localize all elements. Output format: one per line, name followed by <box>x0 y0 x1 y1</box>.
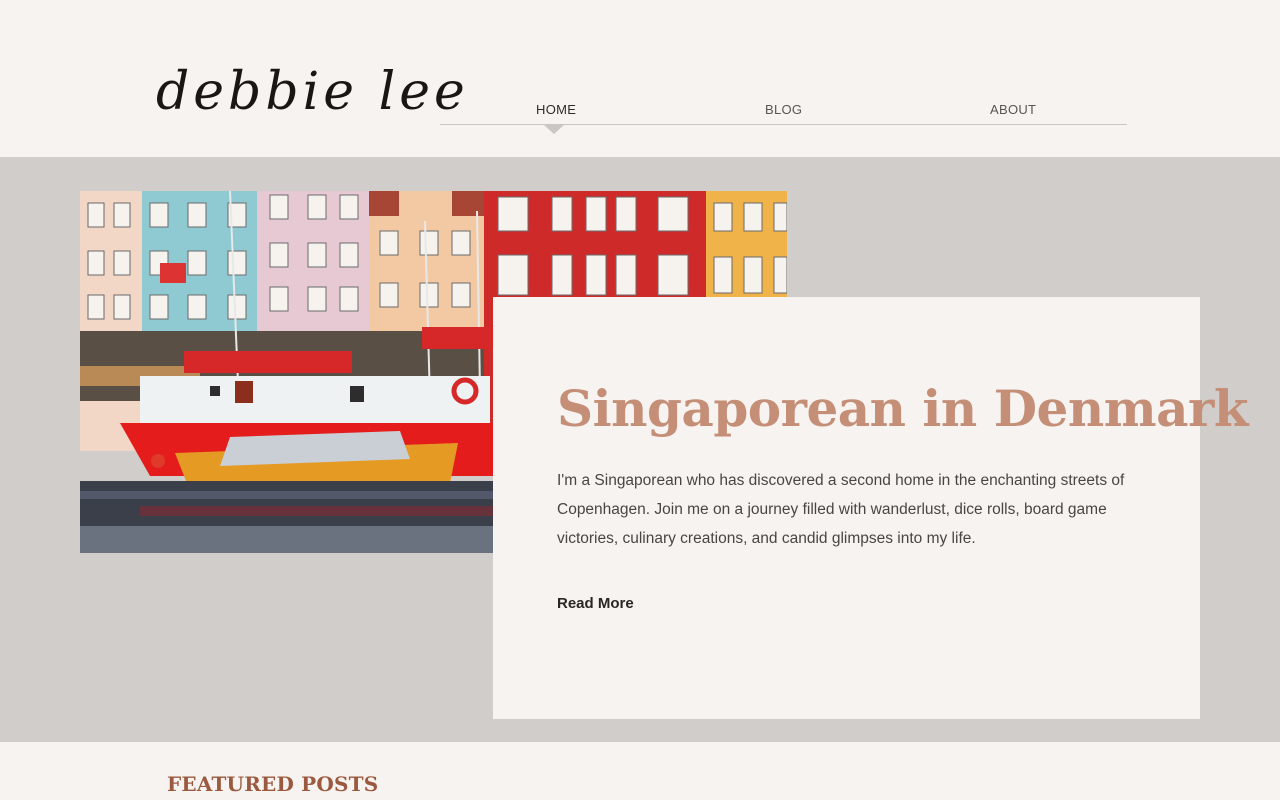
read-more-link[interactable]: Read More <box>557 595 634 612</box>
hero-description: I'm a Singaporean who has discovered a s… <box>557 472 1125 547</box>
nav-item-about[interactable]: ABOUT <box>990 102 1036 117</box>
site-logo[interactable]: debbie lee <box>156 62 469 122</box>
featured-posts-heading: FEATURED POSTS <box>167 772 379 796</box>
hero-card: Singaporean in Denmark I'm a Singaporean… <box>493 297 1249 719</box>
main-nav: HOME BLOG ABOUT <box>440 100 1127 134</box>
active-nav-indicator <box>544 125 564 134</box>
hero-title: Singaporean in Denmark <box>557 379 1249 438</box>
nav-item-home[interactable]: HOME <box>536 102 576 117</box>
nav-item-blog[interactable]: BLOG <box>765 102 802 117</box>
site-header: debbie lee HOME BLOG ABOUT <box>0 0 1280 157</box>
hero-section: Singaporean in Denmark I'm a Singaporean… <box>0 157 1280 742</box>
